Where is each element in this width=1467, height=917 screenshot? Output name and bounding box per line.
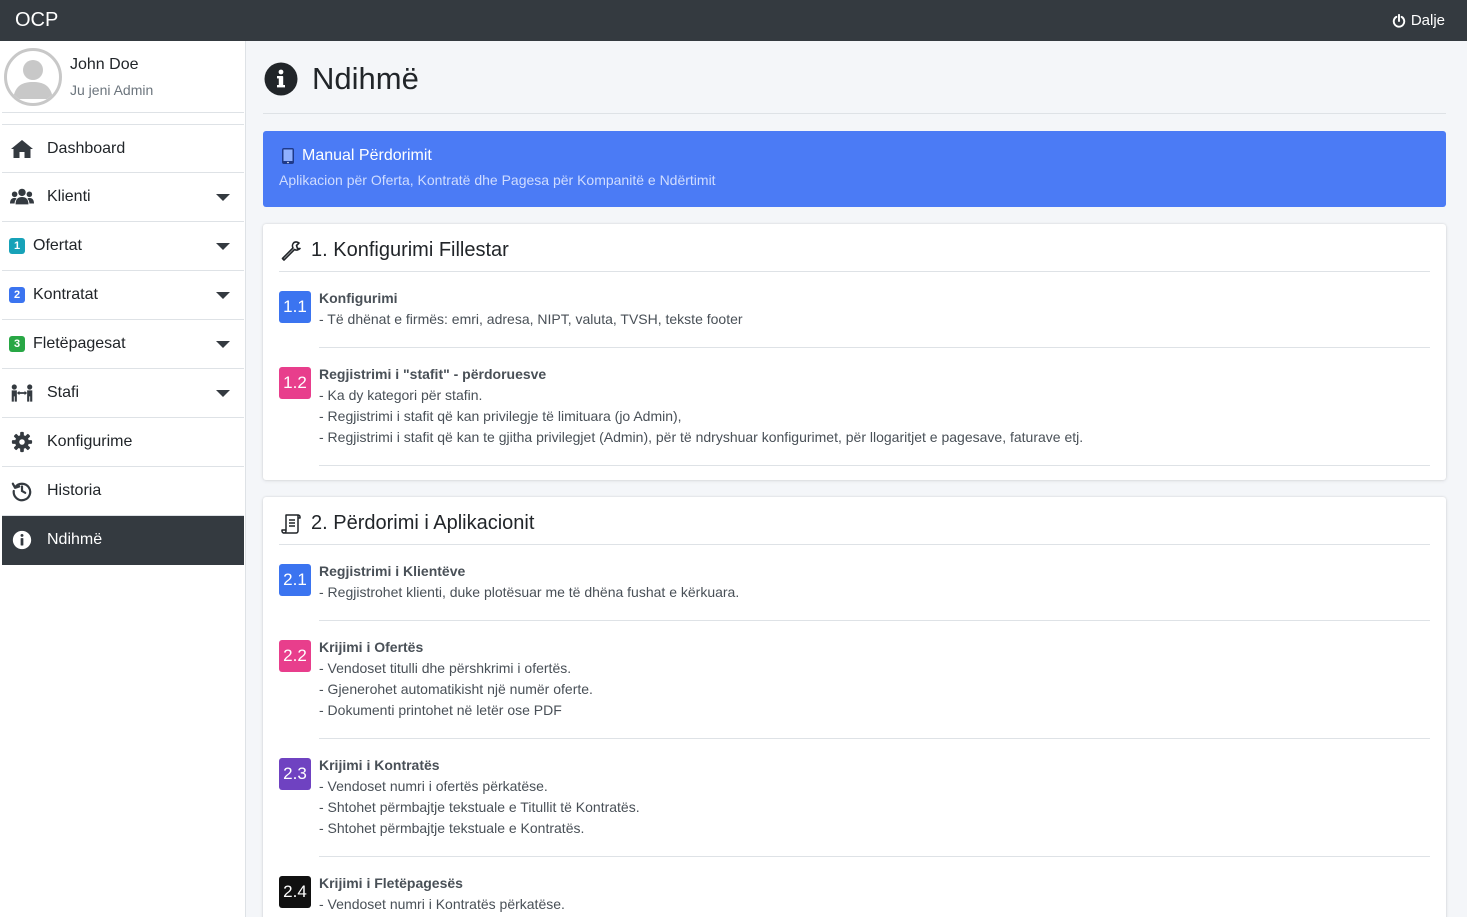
step-divider <box>319 620 1430 621</box>
help-step: 2.4 Krijimi i Fletëpagesës - Vendoset nu… <box>279 873 1430 915</box>
info-circle-icon <box>264 62 298 96</box>
step-title: Regjistrimi i Klientëve <box>319 563 466 579</box>
sidebar-item-historia[interactable]: Historia <box>2 467 244 516</box>
logout-button[interactable]: Dalje <box>1392 12 1445 29</box>
user-role: Ju jeni Admin <box>70 82 154 98</box>
sidebar-item-label: Historia <box>47 482 102 499</box>
number-badge: 1 <box>9 238 25 254</box>
step-number-badge: 2.3 <box>279 758 311 790</box>
main-content: Ndihmë Manual Përdorimit Aplikacion për … <box>246 41 1467 917</box>
step-line: - Regjistrohet klienti, duke plotësuar m… <box>319 584 740 600</box>
sidebar-item-label: Klienti <box>47 188 91 205</box>
page-header: Ndihmë <box>264 61 419 97</box>
page-title: Ndihmë <box>312 61 419 96</box>
step-number-badge: 1.1 <box>279 291 311 323</box>
section-title: 2. Përdorimi i Aplikacionit <box>311 512 535 534</box>
step-line: - Regjistrimi i stafit që kan privilegje… <box>319 408 682 424</box>
sidebar-item-label: Fletëpagesat <box>33 335 126 352</box>
step-divider <box>319 347 1430 348</box>
sidebar-item-klienti[interactable]: Klienti <box>2 173 244 222</box>
sidebar-item-kontratat[interactable]: 2 Kontratat <box>2 271 244 320</box>
step-line: - Vendoset numri i ofertës përkatëse. <box>319 778 548 794</box>
users-icon <box>9 186 35 208</box>
step-number-badge: 2.1 <box>279 564 311 596</box>
brand-logo[interactable]: OCP <box>15 9 58 32</box>
step-title: Regjistrimi i "stafit" - përdoruesve <box>319 366 547 382</box>
gear-icon <box>9 431 35 453</box>
section-card-configuration: 1. Konfigurimi Fillestar 1.1 Konfigurimi… <box>263 224 1446 480</box>
number-badge: 2 <box>9 287 25 303</box>
step-line: - Vendoset numri i Kontratës përkatëse. <box>319 896 565 912</box>
sidebar-item-label: Kontratat <box>33 286 98 303</box>
help-step: 2.3 Krijimi i Kontratës - Vendoset numri… <box>279 755 1430 857</box>
wrench-icon <box>281 240 301 261</box>
section-title: 1. Konfigurimi Fillestar <box>311 239 509 261</box>
help-step: 1.2 Regjistrimi i "stafit" - përdoruesve… <box>279 364 1430 466</box>
manual-callout: Manual Përdorimit Aplikacion për Oferta,… <box>263 131 1446 207</box>
sidebar-item-dashboard[interactable]: Dashboard <box>2 124 244 173</box>
section-card-usage: 2. Përdorimi i Aplikacionit 2.1 Regjistr… <box>263 497 1446 917</box>
callout-title: Manual Përdorimit <box>302 147 432 164</box>
sidebar-item-label: Ndihmë <box>47 531 103 548</box>
number-badge: 3 <box>9 336 25 352</box>
step-title: Konfigurimi <box>319 290 398 306</box>
caret-down-icon <box>216 243 230 250</box>
step-number-badge: 1.2 <box>279 367 311 399</box>
step-title: Krijimi i Kontratës <box>319 757 440 773</box>
people-arrows-icon <box>9 382 35 404</box>
caret-down-icon <box>216 194 230 201</box>
info-icon <box>9 529 35 551</box>
power-icon <box>1392 13 1406 28</box>
top-navbar: OCP Dalje <box>0 0 1467 41</box>
tablet-icon <box>282 148 294 164</box>
sidebar-item-label: Stafi <box>47 384 80 401</box>
caret-down-icon <box>216 292 230 299</box>
sidebar-item-label: Ofertat <box>33 237 82 254</box>
user-name: John Doe <box>70 56 139 73</box>
caret-down-icon <box>216 341 230 348</box>
sidebar-item-konfigurime[interactable]: Konfigurime <box>2 418 244 467</box>
step-divider <box>319 856 1430 857</box>
caret-down-icon <box>216 390 230 397</box>
sidebar: John Doe Ju jeni Admin Dashboard Klienti… <box>0 41 246 917</box>
title-divider <box>263 113 1446 114</box>
sidebar-item-stafi[interactable]: Stafi <box>2 369 244 418</box>
history-icon <box>9 480 35 502</box>
step-line: - Ka dy kategori për stafin. <box>319 387 483 403</box>
step-line: - Regjistrimi i stafit që kan te gjitha … <box>319 429 1084 445</box>
help-step: 2.1 Regjistrimi i Klientëve - Regjistroh… <box>279 561 1430 621</box>
step-divider <box>319 465 1430 466</box>
step-line: - Gjenerohet automatikisht një numër ofe… <box>319 681 593 697</box>
sidebar-item-label: Dashboard <box>47 139 126 157</box>
sidebar-item-ofertat[interactable]: 1 Ofertat <box>2 222 244 271</box>
sidebar-item-label: Konfigurime <box>47 433 133 450</box>
step-title: Krijimi i Ofertës <box>319 639 424 655</box>
help-step: 2.2 Krijimi i Ofertës - Vendoset titulli… <box>279 637 1430 739</box>
sidebar-nav: Dashboard Klienti 1 Ofertat 2 Kontratat … <box>2 124 244 565</box>
logout-label: Dalje <box>1410 12 1445 29</box>
step-number-badge: 2.2 <box>279 640 311 672</box>
scroll-icon <box>281 513 301 534</box>
step-line: - Shtohet përmbajtje tekstuale e Kontrat… <box>319 820 585 836</box>
step-title: Krijimi i Fletëpagesës <box>319 875 463 891</box>
step-number-badge: 2.4 <box>279 876 311 908</box>
user-avatar-icon <box>13 60 53 99</box>
sidebar-item-ndihme[interactable]: Ndihmë <box>2 516 244 565</box>
step-line: - Shtohet përmbajtje tekstuale e Titulli… <box>319 799 640 815</box>
help-step: 1.1 Konfigurimi - Të dhënat e firmës: em… <box>279 288 1430 348</box>
user-panel: John Doe Ju jeni Admin <box>2 43 244 113</box>
step-line: - Vendoset titulli dhe përshkrimi i ofer… <box>319 660 572 676</box>
home-icon <box>9 138 35 160</box>
step-divider <box>319 738 1430 739</box>
step-line: - Të dhënat e firmës: emri, adresa, NIPT… <box>319 311 743 327</box>
callout-subtitle: Aplikacion për Oferta, Kontratë dhe Page… <box>279 172 716 188</box>
avatar <box>4 48 62 106</box>
sidebar-item-fletepagesat[interactable]: 3 Fletëpagesat <box>2 320 244 369</box>
step-line: - Dokumenti printohet në letër ose PDF <box>319 702 562 718</box>
